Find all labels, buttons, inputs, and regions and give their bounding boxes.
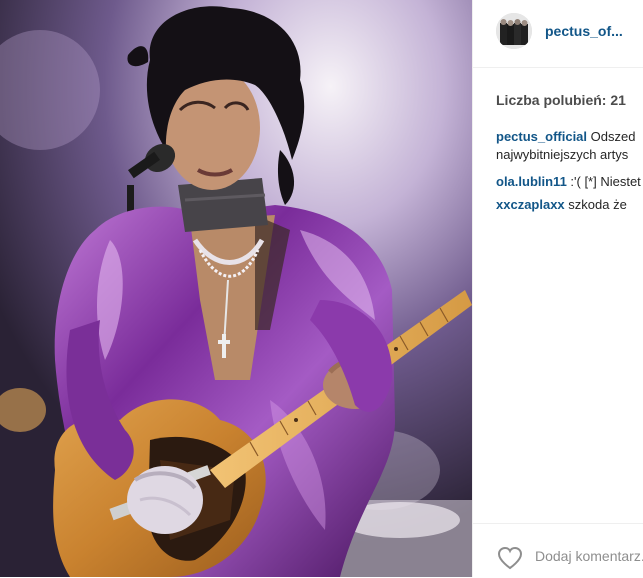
post-side-panel: pectus_of... Liczba polubień: 21 pectus_… [472,0,643,577]
comment-text: szkoda że [564,197,627,212]
post-header: pectus_of... [473,0,643,68]
instagram-post: pectus_of... Liczba polubień: 21 pectus_… [0,0,643,577]
comment-author-link[interactable]: xxczaplaxx [496,197,565,212]
comment-author-link[interactable]: pectus_official [496,129,587,144]
heart-outline-icon[interactable] [497,546,523,570]
likes-count: Liczba polubień: 21 [496,92,626,108]
performer-illustration [0,0,472,577]
username-link[interactable]: pectus_of... [545,23,623,39]
comment-item: ola.lublin11 :'( [*] Niestet [496,173,643,191]
post-footer [473,523,643,578]
comment-text-continuation: najwybitniejszych artys [496,147,629,162]
comment-item: pectus_official Odszed najwybitniejszych… [496,128,643,164]
avatar[interactable] [496,13,532,49]
avatar-image [496,13,532,49]
comment-item: xxczaplaxx szkoda że [496,196,643,214]
add-comment-input[interactable] [535,548,643,564]
post-photo[interactable] [0,0,472,577]
comment-text: :'( [*] Niestet [566,174,641,189]
comment-author-link[interactable]: ola.lublin11 [496,174,567,189]
comment-text: Odszed [587,129,636,144]
